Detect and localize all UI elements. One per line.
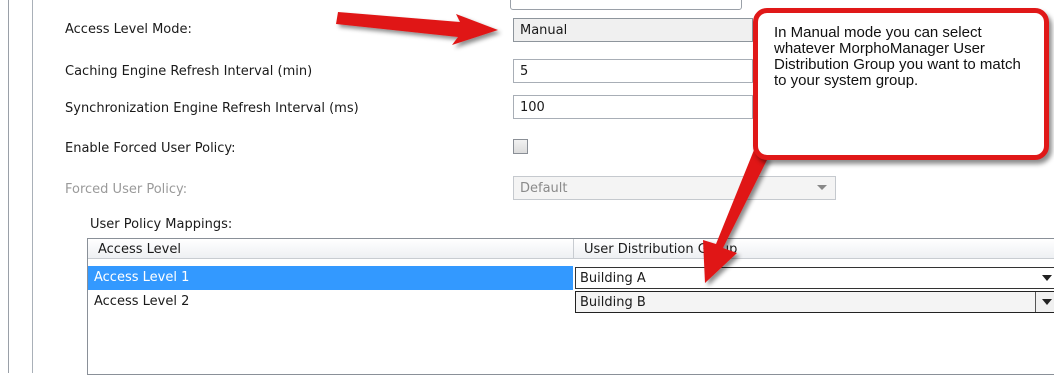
red-arrow-to-mode: [336, 12, 498, 45]
red-arrow-to-mapping: [703, 150, 768, 283]
callout-text: In Manual mode you can select whatever M…: [774, 24, 1021, 89]
instruction-callout: In Manual mode you can select whatever M…: [753, 8, 1049, 160]
